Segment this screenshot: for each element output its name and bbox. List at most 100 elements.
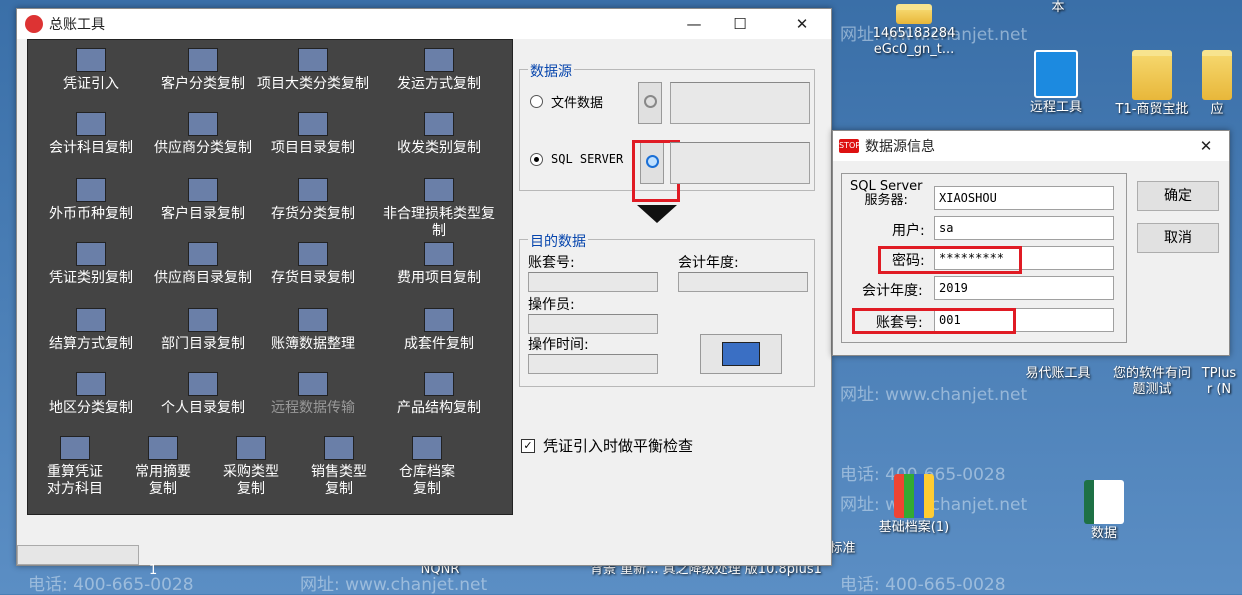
purchase-icon (236, 436, 266, 460)
stop-icon: STOP (839, 139, 860, 153)
status-bar-left (17, 545, 139, 565)
tool-button-label: 部门目录复制 (161, 336, 245, 352)
desktop-icon-label: T1-商贸宝批 (1115, 102, 1189, 117)
file-path-field[interactable] (670, 82, 810, 124)
ok-button[interactable]: 确定 (1137, 181, 1219, 211)
tool-button[interactable]: 部门目录复制 (144, 302, 262, 364)
dialog-close-button[interactable]: ✕ (1183, 131, 1229, 161)
tool-button[interactable]: 项目大类分类复制 (254, 42, 372, 104)
desktop-icon-yidaizhang[interactable]: 易代账工具 (1010, 366, 1106, 382)
desktop-icon-zip-archive[interactable]: 基础档案(1) (866, 474, 962, 536)
desktop-icon-partial[interactable]: 应 (1192, 50, 1242, 118)
tool-button[interactable]: 外币币种复制 (32, 172, 150, 234)
maximize-button[interactable]: ☐ (717, 9, 763, 39)
fiscal-year-field (678, 272, 808, 292)
tool-button-label: 会计科目复制 (49, 140, 133, 156)
sql-radio[interactable]: SQL SERVER (530, 152, 623, 166)
tool-button-label: 重算凭证 对方科目 (47, 464, 103, 497)
target-legend: 目的数据 (528, 231, 588, 251)
tool-button[interactable]: 仓库档案 复制 (384, 430, 470, 497)
remote-icon (298, 372, 328, 396)
close-button[interactable]: ✕ (779, 9, 825, 39)
tool-button-label: 账簿数据整理 (271, 336, 355, 352)
tool-button[interactable]: 结算方式复制 (32, 302, 150, 364)
tool-button-label: 地区分类复制 (49, 400, 133, 416)
tool-button[interactable]: 常用摘要 复制 (120, 430, 206, 497)
desktop-icon-remote-tool[interactable]: 远程工具 (1008, 50, 1104, 116)
year-input[interactable]: 2019 (934, 276, 1114, 300)
tool-button-label: 凭证引入 (63, 76, 119, 92)
tool-button[interactable]: 收发类别复制 (380, 106, 498, 168)
desktop-icon-tplus[interactable]: TPlus r (N (1196, 366, 1242, 398)
tool-button[interactable]: 采购类型 复制 (208, 430, 294, 497)
tool-button-label: 产品结构复制 (397, 400, 481, 416)
tool-button[interactable]: 项目目录复制 (254, 106, 372, 168)
tool-button[interactable]: 个人目录复制 (144, 366, 262, 428)
inventory-dir-icon (298, 242, 328, 266)
io-type-icon (424, 112, 454, 136)
sql-radio-label: SQL SERVER (551, 152, 624, 166)
tool-button-label: 非合理损耗类型复制 (383, 206, 495, 239)
tool-button[interactable]: 供应商分类复制 (144, 106, 262, 168)
supplier-dir-icon (188, 242, 218, 266)
tool-button[interactable]: 产品结构复制 (380, 366, 498, 428)
file-browse-button[interactable] (638, 82, 662, 124)
tool-button[interactable]: 远程数据传输 (254, 366, 372, 428)
cancel-button[interactable]: 取消 (1137, 223, 1219, 253)
checkbox-checked-icon: ✓ (521, 438, 535, 453)
tool-button[interactable]: 成套件复制 (380, 302, 498, 364)
tool-button[interactable]: 供应商目录复制 (144, 236, 262, 298)
sql-info-field (670, 142, 810, 184)
voucher-type-icon (76, 242, 106, 266)
personal-icon (188, 372, 218, 396)
tool-button-label: 常用摘要 复制 (135, 464, 191, 497)
desktop-icon-label: 应 (1210, 102, 1224, 117)
kit-icon (424, 308, 454, 332)
tool-button[interactable]: 存货分类复制 (254, 172, 372, 234)
desktop-icon-label: 数据 (1090, 526, 1117, 541)
desktop-icon-ben[interactable]: 本 (1010, 0, 1106, 16)
desktop-icon-label: 基础档案(1) (878, 520, 950, 535)
inventory-class-icon (298, 178, 328, 202)
tool-button[interactable]: 会计科目复制 (32, 106, 150, 168)
tool-button[interactable]: 发运方式复制 (380, 42, 498, 104)
source-group: 数据源 文件数据 SQL SERVER (519, 61, 815, 202)
dialog-form: SQL Server 服务器: XIAOSHOU 用户: sa 密码: ****… (841, 173, 1127, 343)
account-set-field (528, 272, 658, 292)
tool-button[interactable]: 账簿数据整理 (254, 302, 372, 364)
expense-icon (424, 242, 454, 266)
datasource-dialog: STOP 数据源信息 ✕ SQL Server 服务器: XIAOSHOU 用户… (832, 130, 1230, 356)
user-label: 用户: (892, 223, 925, 239)
folder-icon (1202, 50, 1232, 100)
region-icon (76, 372, 106, 396)
desktop-icon-test[interactable]: 您的软件有问 题测试 (1104, 366, 1200, 398)
desktop-icon-t1-folder[interactable]: T1-商贸宝批 (1104, 50, 1200, 118)
project-dir-icon (298, 112, 328, 136)
computer-icon (722, 342, 760, 366)
tool-button[interactable]: 存货目录复制 (254, 236, 372, 298)
tool-button[interactable]: 客户分类复制 (144, 42, 262, 104)
desktop-icon-file-1465[interactable]: 1465183284 eGc0_gn_t... (866, 4, 962, 58)
transfer-button[interactable] (700, 334, 782, 374)
tool-button[interactable]: 销售类型 复制 (296, 430, 382, 497)
dialog-titlebar[interactable]: STOP 数据源信息 ✕ (833, 131, 1229, 161)
main-window-titlebar[interactable]: 总账工具 — ☐ ✕ (17, 9, 831, 39)
tool-button[interactable]: 非合理损耗类型复制 (380, 172, 498, 239)
tool-button[interactable]: 费用项目复制 (380, 236, 498, 298)
tool-button[interactable]: 地区分类复制 (32, 366, 150, 428)
radio-off-icon (530, 95, 543, 108)
tool-button[interactable]: 凭证引入 (32, 42, 150, 104)
tool-button[interactable]: 重算凭证 对方科目 (32, 430, 118, 497)
tool-button[interactable]: 凭证类别复制 (32, 236, 150, 298)
recalc-icon (60, 436, 90, 460)
desktop-icon-excel[interactable]: 数据 (1056, 480, 1152, 542)
desktop-icon-label: 1465183284 eGc0_gn_t... (872, 26, 956, 57)
server-input[interactable]: XIAOSHOU (934, 186, 1114, 210)
balance-check-checkbox[interactable]: ✓ 凭证引入时做平衡检查 (521, 435, 693, 456)
tool-button-label: 客户分类复制 (161, 76, 245, 92)
user-input[interactable]: sa (934, 216, 1114, 240)
tool-button[interactable]: 客户目录复制 (144, 172, 262, 234)
file-radio[interactable]: 文件数据 (530, 92, 603, 111)
tool-button-label: 销售类型 复制 (311, 464, 367, 497)
minimize-button[interactable]: — (671, 9, 717, 39)
